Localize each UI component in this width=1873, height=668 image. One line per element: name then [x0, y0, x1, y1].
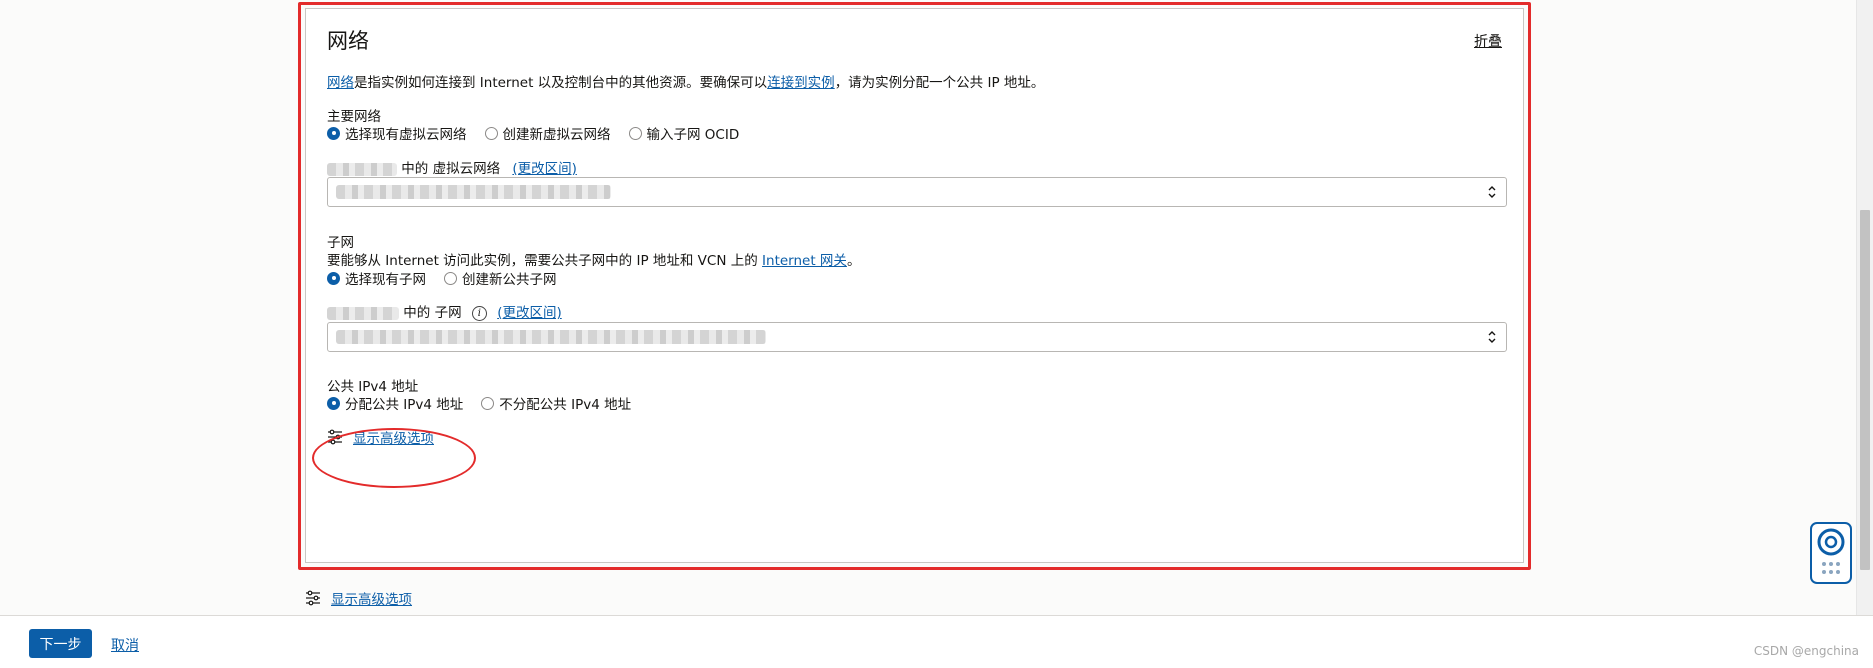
- next-button[interactable]: 下一步: [29, 629, 92, 658]
- lifebuoy-icon: [1817, 528, 1845, 574]
- show-advanced-options-outer[interactable]: 显示高级选项: [305, 588, 412, 608]
- help-widget[interactable]: [1810, 522, 1852, 584]
- scrollbar-thumb[interactable]: [1860, 210, 1870, 570]
- advanced-options-label: 显示高级选项: [331, 592, 412, 608]
- watermark: CSDN @engchina: [1753, 644, 1859, 658]
- sliders-icon: [306, 590, 320, 606]
- cancel-button[interactable]: 取消: [111, 635, 139, 655]
- highlight-frame: [298, 2, 1531, 570]
- highlight-ellipse: [312, 428, 476, 488]
- footer-bar: 下一步 取消 CSDN @engchina: [0, 615, 1873, 668]
